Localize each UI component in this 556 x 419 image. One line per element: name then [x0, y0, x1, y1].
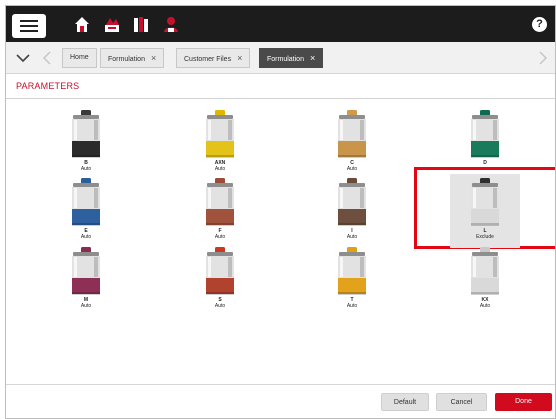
default-button[interactable]: Default — [381, 393, 429, 411]
cancel-button[interactable]: Cancel — [436, 393, 487, 411]
canister-axn[interactable]: AXN Auto — [185, 106, 255, 180]
tab-formulation[interactable]: Formulation × — [100, 48, 165, 68]
library-icon[interactable] — [133, 16, 149, 33]
chevron-left-icon[interactable] — [42, 51, 52, 65]
footer-bar: Default Cancel Done — [6, 384, 555, 418]
canister-status: Auto — [80, 166, 92, 172]
canister-status: Auto — [346, 166, 358, 172]
tab-label: Customer Files — [184, 56, 232, 63]
formulation-icon[interactable] — [104, 16, 120, 33]
canister-f[interactable]: F Auto — [185, 174, 255, 248]
canister-l[interactable]: L Exclude — [450, 174, 520, 248]
paint-canister-icon — [206, 247, 234, 295]
canister-status: Exclude — [476, 234, 494, 240]
paint-canister-icon — [338, 247, 366, 295]
chevron-down-icon[interactable] — [16, 51, 30, 65]
canister-status: Auto — [346, 303, 358, 309]
canister-status: Auto — [346, 234, 358, 240]
canister-status: Auto — [214, 234, 226, 240]
customer-icon[interactable] — [163, 16, 179, 33]
paint-canister-icon — [338, 110, 366, 158]
tab-label: Formulation — [267, 56, 304, 63]
done-button[interactable]: Done — [495, 393, 552, 411]
canister-t[interactable]: T Auto — [317, 243, 387, 317]
top-bar: ? — [6, 6, 555, 42]
divider — [6, 98, 555, 99]
tab-bar: Home Formulation × Customer Files × Formul… — [6, 42, 555, 74]
paint-canister-icon — [206, 110, 234, 158]
tab-label: Formulation — [108, 56, 145, 63]
canister-kx[interactable]: KX Auto — [450, 243, 520, 317]
chevron-right-icon[interactable] — [538, 51, 548, 65]
close-icon[interactable]: × — [237, 53, 242, 63]
page-title: PARAMETERS — [16, 81, 80, 91]
paint-canister-icon — [471, 110, 499, 158]
help-icon[interactable]: ? — [532, 17, 547, 32]
canister-status: Auto — [80, 303, 92, 309]
tab-home[interactable]: Home — [62, 48, 97, 68]
canister-s[interactable]: S Auto — [185, 243, 255, 317]
canister-status: Auto — [214, 166, 226, 172]
canister-i[interactable]: I Auto — [317, 174, 387, 248]
canister-status: Auto — [479, 303, 491, 309]
paint-canister-icon — [72, 247, 100, 295]
tab-customer-files[interactable]: Customer Files × — [176, 48, 251, 68]
close-icon[interactable]: × — [151, 53, 156, 63]
tab-label: Home — [70, 54, 89, 61]
home-icon[interactable] — [74, 16, 90, 33]
canister-code: D — [483, 160, 487, 166]
paint-canister-icon — [72, 110, 100, 158]
canister-e[interactable]: E Auto — [51, 174, 121, 248]
canister-d[interactable]: D — [450, 106, 520, 180]
canister-b[interactable]: B Auto — [51, 106, 121, 180]
tab-formulation-active[interactable]: Formulation × — [259, 48, 324, 68]
canister-status: Auto — [214, 303, 226, 309]
close-icon[interactable]: × — [310, 53, 315, 63]
canister-c[interactable]: C Auto — [317, 106, 387, 180]
paint-canister-icon — [471, 247, 499, 295]
paint-canister-icon — [206, 178, 234, 226]
paint-canister-icon — [72, 178, 100, 226]
paint-canister-icon — [471, 178, 499, 226]
canister-m[interactable]: M Auto — [51, 243, 121, 317]
paint-canister-icon — [338, 178, 366, 226]
canister-status: Auto — [80, 234, 92, 240]
app-window: ? Home Formulation × Customer Files × Form… — [5, 5, 556, 419]
hamburger-menu-icon[interactable] — [12, 14, 46, 38]
